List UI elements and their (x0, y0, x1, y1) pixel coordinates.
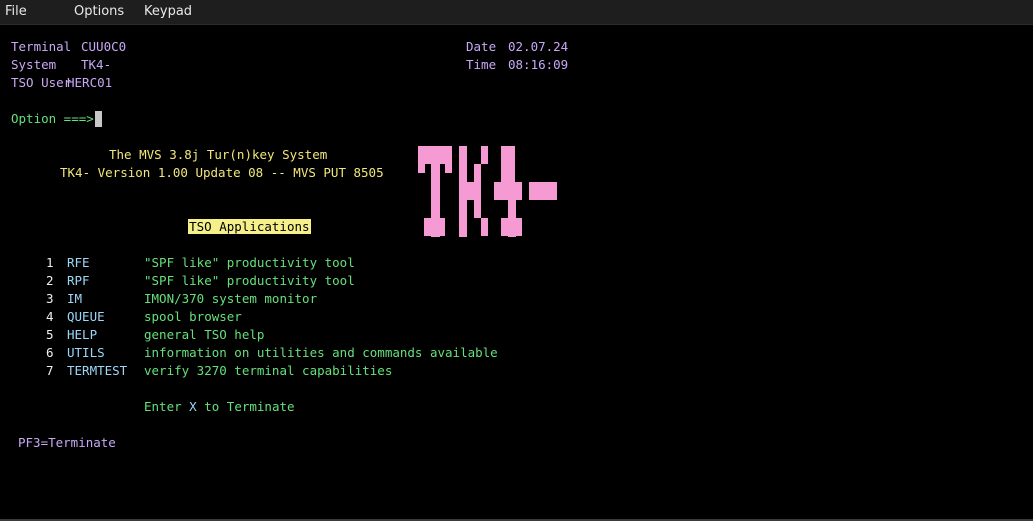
terminate-pre: Enter (144, 399, 190, 414)
menu-keypad[interactable]: Keypad (144, 4, 192, 19)
app-number: 6 (46, 345, 54, 360)
time-label: Time (466, 57, 497, 72)
app-description: information on utilities and commands av… (144, 345, 498, 360)
time-value: 08:16:09 (508, 57, 569, 72)
terminal-screen: Terminal CUU0C0 System TK4- TSO User HER… (0, 25, 1033, 519)
app-name[interactable]: QUEUE (67, 308, 105, 326)
terminal-value: CUU0C0 (81, 39, 127, 54)
app-description: IMON/370 system monitor (144, 291, 318, 306)
section-title-wrap: TSO Applications (158, 200, 311, 254)
app-number: 5 (46, 327, 54, 342)
tso-user-value: HERC01 (67, 75, 113, 90)
section-title: TSO Applications (188, 219, 311, 234)
app-name[interactable]: TERMTEST (67, 362, 127, 380)
app-name[interactable]: HELP (67, 326, 97, 344)
app-description: "SPF like" productivity tool (144, 273, 355, 288)
banner-version: TK4- Version 1.00 Update 08 -- MVS PUT 8… (60, 165, 384, 180)
menu-options[interactable]: Options (74, 4, 124, 19)
system-value: TK4- (81, 57, 112, 72)
app-number: 3 (46, 291, 54, 306)
app-name[interactable]: UTILS (67, 344, 105, 362)
menu-file[interactable]: File (5, 4, 27, 19)
app-name[interactable]: RPF (67, 272, 90, 290)
tk4-logo (418, 146, 558, 238)
app-number: 4 (46, 309, 54, 324)
cursor (95, 111, 102, 127)
app-name[interactable]: IM (67, 290, 82, 308)
app-number: 2 (46, 273, 54, 288)
app-description: verify 3270 terminal capabilities (144, 363, 393, 378)
app-description: general TSO help (144, 327, 265, 342)
date-label: Date (466, 39, 497, 54)
terminate-key: X (189, 399, 197, 414)
banner-title: The MVS 3.8j Tur(n)key System (109, 147, 328, 162)
app-name[interactable]: RFE (67, 254, 90, 272)
option-prompt: Option ===> (11, 111, 94, 126)
pf3-key[interactable]: PF3=Terminate (18, 434, 116, 452)
app-number: 7 (46, 363, 54, 378)
system-label: System (11, 57, 57, 72)
tso-user-label: TSO User (11, 75, 72, 90)
date-value: 02.07.24 (508, 39, 569, 54)
app-description: "SPF like" productivity tool (144, 255, 355, 270)
terminate-hint: Enter X to Terminate (144, 398, 295, 416)
app-number: 1 (46, 255, 54, 270)
terminal-label: Terminal (11, 39, 72, 54)
menu-bar: File Options Keypad (0, 0, 1033, 25)
app-description: spool browser (144, 309, 242, 324)
terminate-post: to Terminate (196, 399, 295, 414)
